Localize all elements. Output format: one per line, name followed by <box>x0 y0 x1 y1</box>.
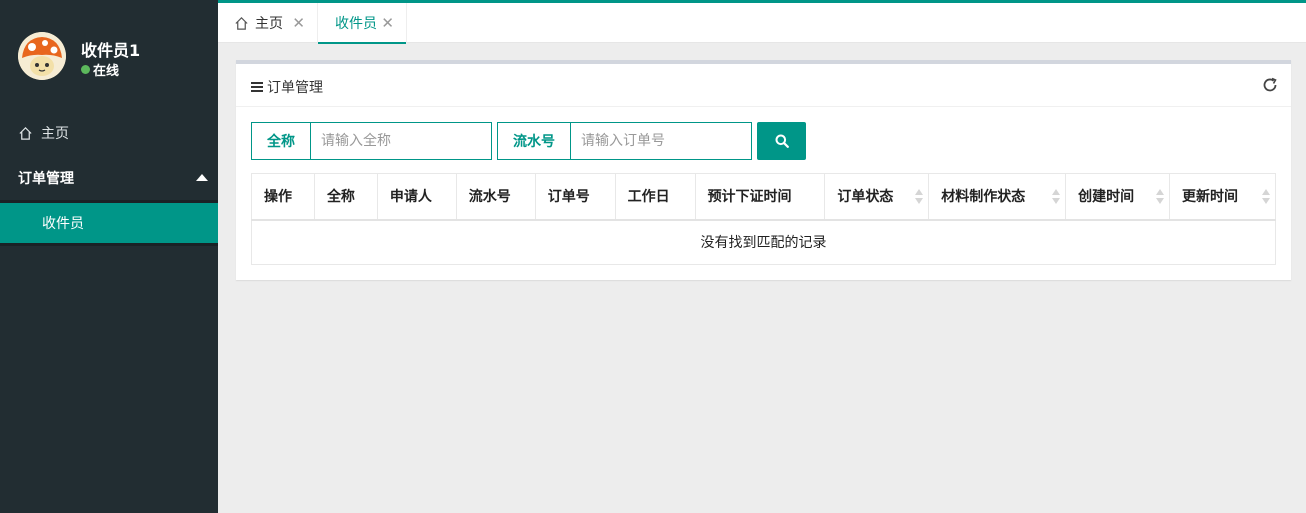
tab-label: 主页 <box>255 16 283 32</box>
sidebar-group-label: 订单管理 <box>18 171 74 187</box>
user-panel: 收件员1 在线 <box>18 32 218 82</box>
fullname-search-group: 全称 <box>251 122 492 160</box>
sidebar-item-receiver[interactable]: 收件员 <box>0 203 218 243</box>
tab-bar: 主页 ✕ 收件员 ✕ <box>218 3 1306 44</box>
table-row-empty: 没有找到匹配的记录 <box>251 219 1276 265</box>
order-number-input[interactable] <box>571 123 751 159</box>
fullname-label: 全称 <box>252 123 311 159</box>
tab-receiver[interactable]: 收件员 ✕ <box>317 3 407 44</box>
column-header-fullname: 全称 <box>313 173 378 221</box>
close-icon[interactable]: ✕ <box>381 15 394 31</box>
home-icon <box>235 16 248 30</box>
column-header-applicant: 申请人 <box>376 173 457 221</box>
user-status: 在线 <box>81 60 119 79</box>
order-management-panel: 订单管理 全称 流水号 操作 全称 申请人 流水号 订单号 工作日 <box>236 60 1291 280</box>
sort-icon <box>915 189 924 205</box>
panel-title: 订单管理 <box>251 77 323 97</box>
tab-label: 收件员 <box>335 16 377 32</box>
column-header-workday: 工作日 <box>614 173 696 221</box>
table-header-row: 操作 全称 申请人 流水号 订单号 工作日 预计下证时间 订单状态 材料制作状态… <box>251 173 1276 221</box>
sort-icon <box>1156 189 1165 205</box>
serial-search-group: 流水号 <box>497 122 752 160</box>
search-icon <box>775 134 789 148</box>
home-icon <box>19 126 32 140</box>
panel-header: 订单管理 <box>236 64 1291 107</box>
panel-title-text: 订单管理 <box>267 80 323 96</box>
column-header-order-status[interactable]: 订单状态 <box>824 173 930 221</box>
order-table: 操作 全称 申请人 流水号 订单号 工作日 预计下证时间 订单状态 材料制作状态… <box>251 173 1276 265</box>
column-header-created-time[interactable]: 创建时间 <box>1065 173 1171 221</box>
sidebar: 收件员1 在线 主页 订单管理 收件员 <box>0 0 218 513</box>
sort-icon <box>1262 189 1270 205</box>
column-header-order-number: 订单号 <box>534 173 616 221</box>
fullname-input[interactable] <box>311 123 491 159</box>
column-header-expected-time: 预计下证时间 <box>694 173 826 221</box>
close-icon[interactable]: ✕ <box>292 15 305 31</box>
avatar <box>18 32 66 80</box>
search-button[interactable] <box>757 122 806 160</box>
sort-icon <box>1052 189 1061 205</box>
user-name: 收件员1 <box>81 41 141 60</box>
serial-label: 流水号 <box>498 123 571 159</box>
empty-message: 没有找到匹配的记录 <box>251 219 1276 265</box>
tab-home[interactable]: 主页 ✕ <box>218 3 317 43</box>
column-header-label: 材料制作状态 <box>941 189 1026 206</box>
mushroom-avatar-icon <box>18 32 66 80</box>
refresh-icon[interactable] <box>1261 76 1279 94</box>
list-icon <box>251 82 263 92</box>
sidebar-group-order-management[interactable]: 订单管理 <box>0 157 218 199</box>
column-header-updated-time[interactable]: 更新时间 <box>1169 173 1276 221</box>
user-status-label: 在线 <box>93 64 120 79</box>
column-header-serial: 流水号 <box>455 173 536 221</box>
column-header-label: 创建时间 <box>1078 189 1135 206</box>
sidebar-item-home[interactable]: 主页 <box>0 112 218 154</box>
sidebar-item-label: 收件员 <box>42 216 84 232</box>
column-header-material-status[interactable]: 材料制作状态 <box>928 173 1067 221</box>
status-dot-icon <box>81 65 90 74</box>
column-header-label: 订单状态 <box>837 189 894 206</box>
caret-up-icon <box>196 174 208 181</box>
column-header-label: 更新时间 <box>1182 189 1239 206</box>
column-header-action: 操作 <box>251 173 315 221</box>
sidebar-item-label: 主页 <box>41 126 69 142</box>
